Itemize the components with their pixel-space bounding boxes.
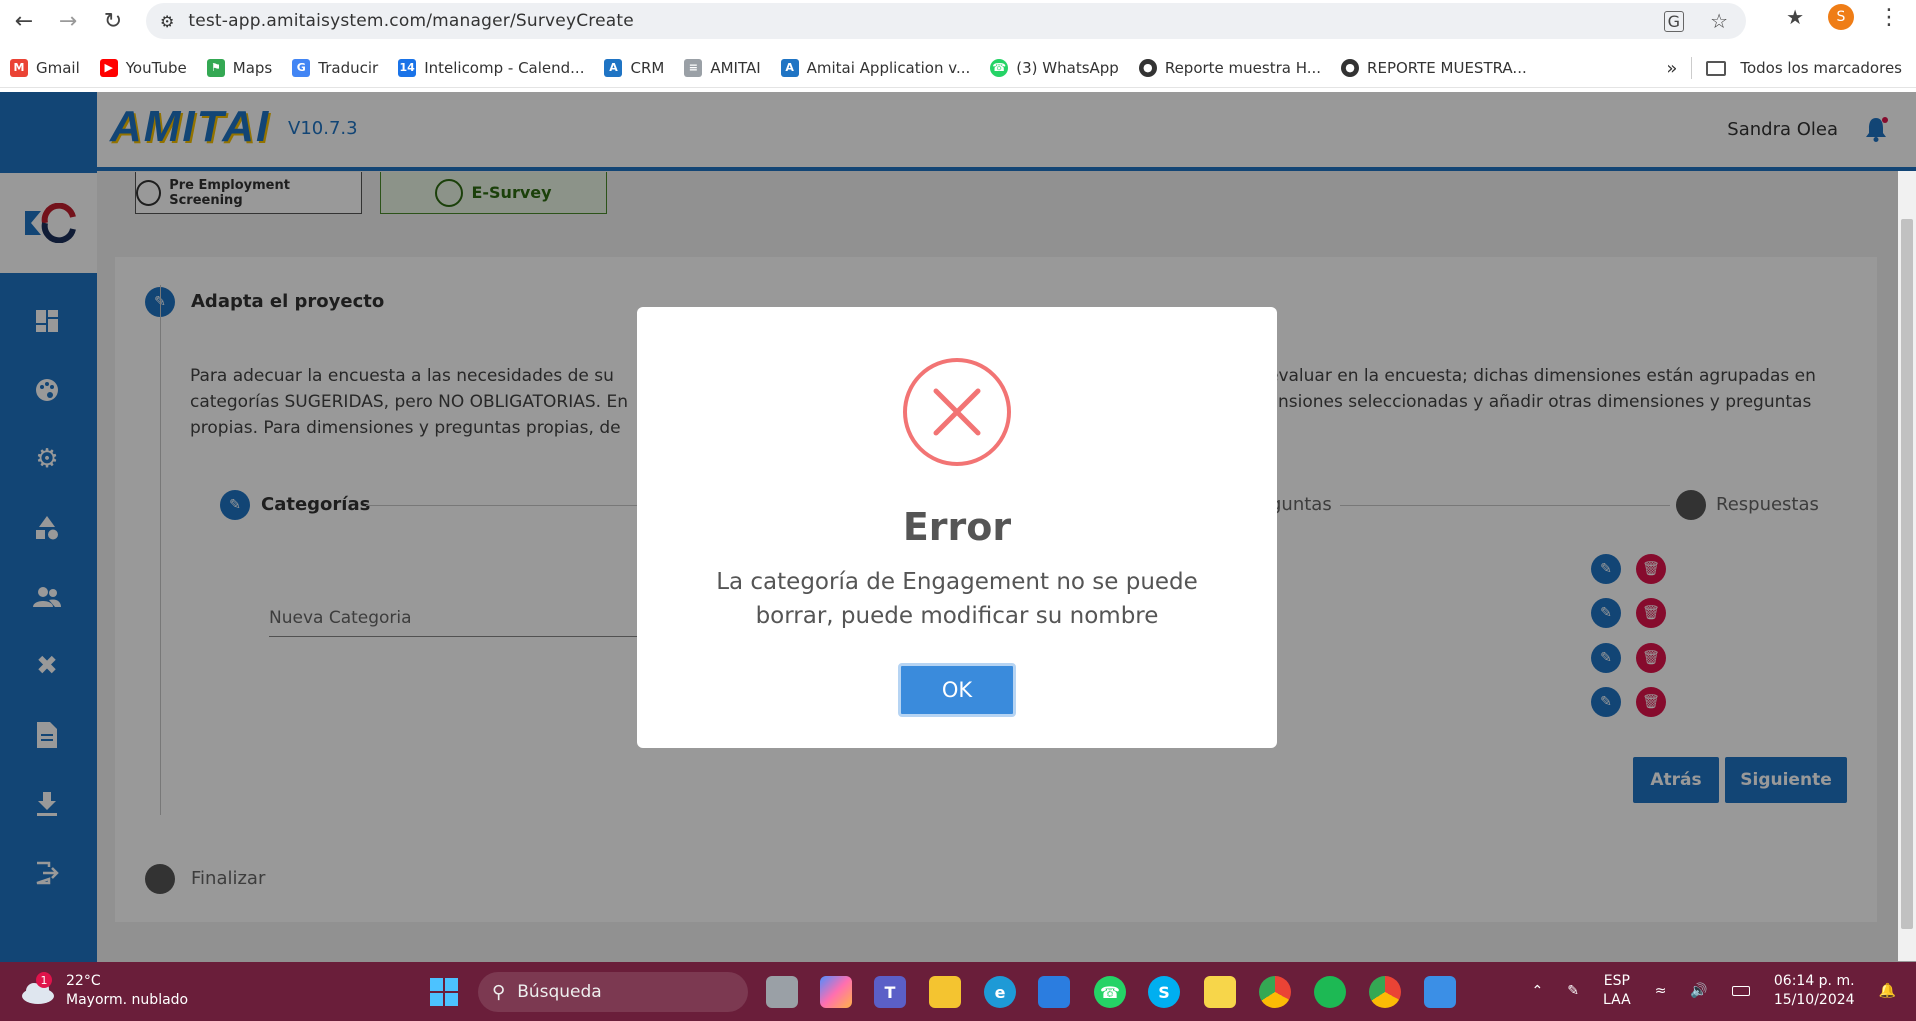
dialog-title: Error <box>902 505 1012 549</box>
ok-button[interactable]: OK <box>898 663 1016 717</box>
spotify-icon[interactable] <box>1314 976 1346 1008</box>
bookmark-intelicomp[interactable]: 14 Intelicomp - Calend... <box>398 58 584 77</box>
teams-icon[interactable]: T <box>874 976 906 1008</box>
weather-desc: Mayorm. nublado <box>66 992 189 1008</box>
profile-avatar[interactable]: S <box>1828 4 1854 30</box>
folder-icon <box>1706 60 1727 76</box>
weather-widget[interactable]: 1 22°C Mayorm. nublado <box>20 972 188 1010</box>
taskbar-search[interactable]: ⚲ Búsqueda <box>478 972 748 1012</box>
dialog-message: La categoría de Engagement no se puede b… <box>716 569 1198 629</box>
weather-badge: 1 <box>36 972 52 988</box>
edge-icon[interactable]: e <box>984 976 1016 1008</box>
page-scrollbar[interactable] <box>1898 171 1916 961</box>
task-view-icon[interactable] <box>766 976 798 1008</box>
file-explorer-icon[interactable] <box>929 976 961 1008</box>
url-text[interactable]: test-app.amitaisystem.com/manager/Survey… <box>188 11 634 31</box>
chrome-icon[interactable] <box>1369 976 1401 1008</box>
amitai-logo-icon: A <box>780 58 799 77</box>
microsoft-store-icon[interactable] <box>1038 976 1070 1008</box>
bookmark-amitai[interactable]: ≡ AMITAI <box>684 58 761 77</box>
youtube-icon: ▶ <box>99 58 118 77</box>
globe-icon: ● <box>1138 58 1157 77</box>
error-x-icon <box>903 358 1011 466</box>
calendar-icon: 14 <box>398 58 417 77</box>
whatsapp-icon: ☎ <box>990 58 1009 77</box>
windows-start-icon[interactable] <box>430 978 458 1006</box>
windows-taskbar: 1 22°C Mayorm. nublado ⚲ Búsqueda T e ☎ … <box>0 962 1916 1021</box>
address-bar[interactable]: ⚙ test-app.amitaisystem.com/manager/Surv… <box>146 3 1746 39</box>
temperature: 22°C <box>66 973 101 989</box>
search-icon: ⚲ <box>492 981 506 1003</box>
volume-icon[interactable]: 🔊 <box>1690 983 1707 999</box>
skype-icon[interactable]: S <box>1148 976 1180 1008</box>
sticky-notes-icon[interactable] <box>1204 976 1236 1008</box>
maps-icon: ⚑ <box>206 58 225 77</box>
site-settings-icon[interactable]: ⚙ <box>160 12 174 31</box>
pen-off-icon[interactable]: ✎ <box>1567 983 1579 999</box>
globe-icon: ● <box>1341 58 1360 77</box>
translate-icon[interactable]: G <box>1663 10 1685 32</box>
bookmark-maps[interactable]: ⚑ Maps <box>206 58 272 77</box>
browser-toolbar: ← → ↻ ⚙ test-app.amitaisystem.com/manage… <box>0 0 1916 43</box>
amitai-logo-icon: A <box>604 58 623 77</box>
bookmark-youtube[interactable]: ▶ YouTube <box>99 58 187 77</box>
document-icon: ≡ <box>684 58 703 77</box>
wifi-icon[interactable]: ≈ <box>1655 983 1667 999</box>
more-bookmarks-chevron-icon[interactable]: » <box>1666 58 1677 79</box>
bookmark-gmail[interactable]: M Gmail <box>10 58 80 77</box>
bookmark-traducir[interactable]: G Traducir <box>292 58 378 77</box>
notifications-icon[interactable]: 🔔 <box>1879 983 1896 999</box>
browser-menu-icon[interactable]: ⋮ <box>1878 5 1900 30</box>
chrome-icon[interactable] <box>1259 976 1291 1008</box>
bookmark-whatsapp[interactable]: ☎ (3) WhatsApp <box>990 58 1119 77</box>
bookmark-crm[interactable]: A CRM <box>604 58 664 77</box>
copilot-icon[interactable] <box>820 976 852 1008</box>
all-bookmarks-link[interactable]: Todos los marcadores <box>1740 59 1902 77</box>
photos-icon[interactable] <box>1424 976 1456 1008</box>
battery-icon[interactable] <box>1731 986 1750 996</box>
chevron-up-icon[interactable]: ⌃ <box>1532 983 1544 999</box>
divider <box>1691 57 1693 79</box>
bookmark-reporte-muestra-h[interactable]: ● Reporte muestra H... <box>1138 58 1321 77</box>
reload-icon[interactable]: ↻ <box>93 1 133 41</box>
gmail-icon: M <box>10 58 28 77</box>
system-tray: ⌃ ✎ ESP LAA ≈ 🔊 06:14 p. m. 15/10/2024 🔔 <box>1532 972 1896 1010</box>
translate-icon: G <box>292 58 311 77</box>
bookmark-star-icon[interactable]: ☆ <box>1710 9 1728 33</box>
bookmarks-manager-icon[interactable]: ★ <box>1786 5 1804 29</box>
forward-arrow-icon[interactable]: → <box>48 1 88 41</box>
whatsapp-icon[interactable]: ☎ <box>1094 976 1126 1008</box>
error-dialog: Error La categoría de Engagement no se p… <box>637 307 1277 748</box>
bookmark-amitai-application[interactable]: A Amitai Application v... <box>780 58 970 77</box>
back-arrow-icon[interactable]: ← <box>4 1 44 41</box>
cloud-icon: 1 <box>20 972 56 1006</box>
language-indicator[interactable]: ESP LAA <box>1603 972 1631 1010</box>
bookmark-reporte-muestra[interactable]: ● REPORTE MUESTRA... <box>1341 58 1527 77</box>
scrollbar-thumb[interactable] <box>1901 219 1913 929</box>
bookmarks-bar: M Gmail ▶ YouTube ⚑ Maps G Traducir 14 Inteli… <box>0 48 1916 88</box>
clock[interactable]: 06:14 p. m. 15/10/2024 <box>1774 972 1855 1010</box>
